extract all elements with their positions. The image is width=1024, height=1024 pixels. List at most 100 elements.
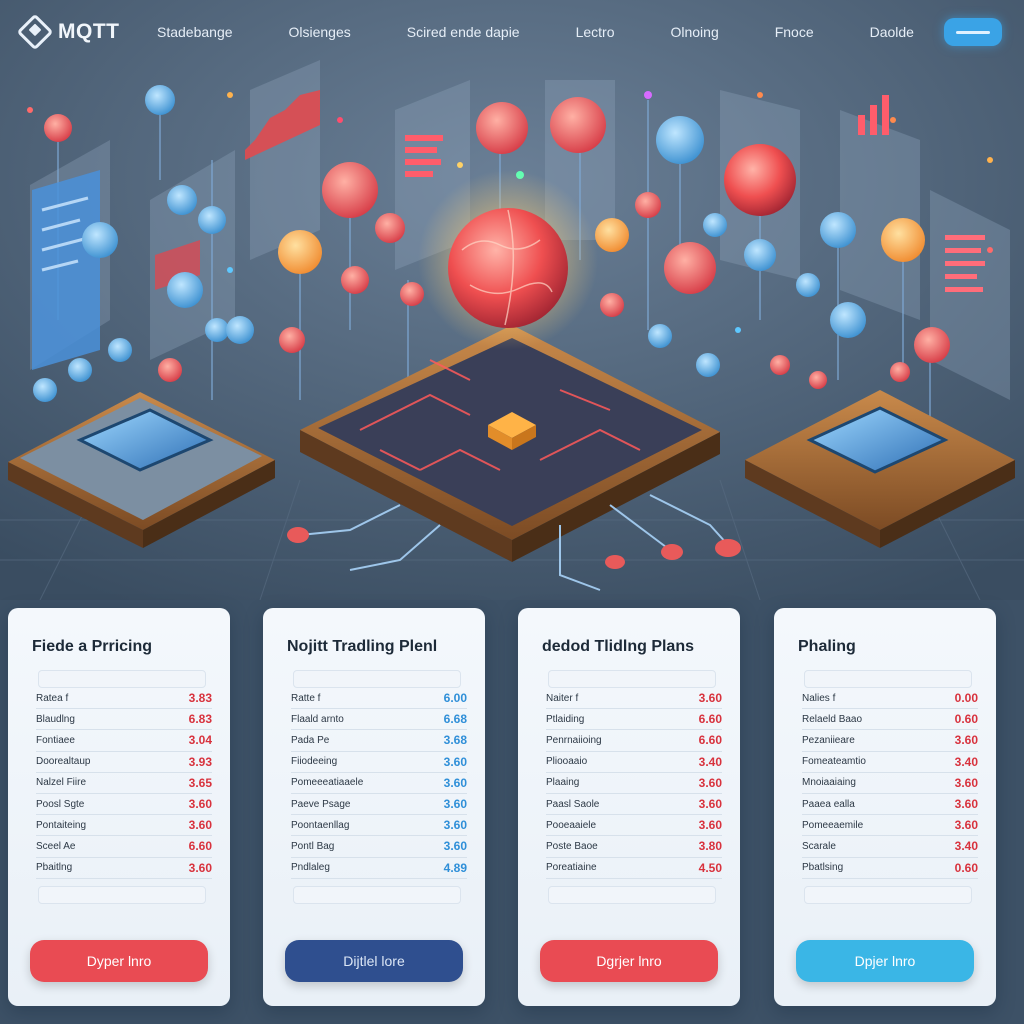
price-row-value: 3.65 [188,775,212,790]
price-row-label: Mnoiaaiaing [802,777,856,789]
price-row: Fontiaee 3.04 [36,730,212,752]
price-row-label: Pndlaleg [291,862,330,874]
price-row-label: Fomeateamtio [802,756,866,768]
nav-cta-button[interactable] [944,18,1002,46]
price-row-value: 3.60 [188,818,212,833]
nav-item-7[interactable]: Daolde [870,24,914,40]
price-row-label: Pada Pe [291,734,330,746]
price-row-label: Flaald arnto [291,713,344,725]
price-row-label: Poste Baoe [546,840,598,852]
price-row-label: Ptlaiding [546,713,585,725]
price-row-value: 3.60 [443,754,467,769]
nav-item-5[interactable]: Olnoing [670,24,718,40]
price-row-label: Blaudlng [36,713,75,725]
card-action-button[interactable]: Dijtlel lore [285,940,463,982]
price-row-value: 3.83 [188,691,212,706]
price-row-value: 3.60 [443,818,467,833]
price-row-label: Relaeld Baao [802,713,863,725]
price-row-value: 3.04 [188,733,212,748]
nav-item-2[interactable]: Olsienges [289,24,351,40]
hero-illustration [0,0,1024,600]
price-row-value: 6.60 [188,839,212,854]
price-row-value: 3.60 [954,818,978,833]
price-row-value: 6.60 [698,733,722,748]
price-row-value: 6.60 [698,712,722,727]
card-action-button[interactable]: Dyper lnro [30,940,208,982]
card-divider [548,670,716,688]
price-row-value: 3.60 [443,797,467,812]
price-row-label: Pbaitlng [36,862,73,874]
pricing-card: Fiede a Prricing Ratea f 3.83 Blaudlng 6.83 F… [8,608,230,1006]
price-row: Scarale 3.40 [802,836,978,858]
price-row-value: 0.00 [954,691,978,706]
price-row: Mnoiaaiaing 3.60 [802,773,978,794]
logo-text: MQTT [58,20,120,43]
nav-item-6[interactable]: Fnoce [775,24,814,40]
card-divider [38,886,206,904]
price-row: Pomeeaemile 3.60 [802,815,978,837]
price-row-value: 0.60 [954,712,978,727]
price-row: Naiter f 3.60 [546,688,722,710]
card-divider [548,886,716,904]
minus-icon [956,30,990,34]
price-row: Pomeeeatiaaele 3.60 [291,773,467,794]
price-row-value: 3.60 [954,733,978,748]
price-row: Paeve Psage 3.60 [291,794,467,816]
price-row: Poosl Sgte 3.60 [36,794,212,816]
price-row-value: 3.60 [698,691,722,706]
price-row: Doorealtaup 3.93 [36,752,212,773]
price-row-value: 6.68 [443,712,467,727]
price-row-label: Paaea ealla [802,798,855,810]
price-row-label: Poosl Sgte [36,798,85,810]
card-divider [804,670,972,688]
card-title: Fiede a Prricing [32,638,153,655]
price-row: Poreatiaine 4.50 [546,858,722,879]
nav-item-1[interactable]: Stadebange [157,24,233,40]
logo[interactable]: MQTT [16,13,157,51]
price-row-value: 3.40 [954,839,978,854]
card-divider [38,670,206,688]
price-row-value: 6.83 [188,712,212,727]
card-title: Phaling [798,638,856,655]
price-row: Plaaing 3.60 [546,773,722,794]
price-row: Pliooaaio 3.40 [546,752,722,773]
price-row: Pbatlsing 0.60 [802,858,978,879]
price-row-label: Poreatiaine [546,862,597,874]
price-row: Ratea f 3.83 [36,688,212,710]
price-row: Fomeateamtio 3.40 [802,752,978,773]
pricing-card: dedod Tlidlng Plans Naiter f 3.60 Ptlaiding… [518,608,740,1006]
logo-icon [16,13,54,51]
price-row-label: Pontaiteing [36,819,87,831]
price-row-label: Paasl Saole [546,798,600,810]
card-divider [293,670,461,688]
price-row: Relaeld Baao 0.60 [802,709,978,731]
price-row: Pontl Bag 3.60 [291,836,467,858]
card-action-button[interactable]: Dgrjer lnro [540,940,718,982]
price-row: Nalzel Fiire 3.65 [36,773,212,794]
nav-item-3[interactable]: Scired ende dapie [407,24,520,40]
price-row-label: Nalies f [802,692,836,704]
price-list: Nalies f 0.00 Relaeld Baao 0.60 Pezaniieare 3… [802,688,978,879]
price-row-value: 4.50 [698,860,722,875]
price-row-label: Pomeeeatiaaele [291,777,364,789]
price-row-label: Penrnaiioing [546,734,602,746]
price-list: Ratte f 6.00 Flaald arnto 6.68 Pada Pe 3.68 Fi… [291,688,467,879]
card-divider [293,886,461,904]
price-row-label: Pomeeaemile [802,819,864,831]
pricing-card: Phaling Nalies f 0.00 Relaeld Baao 0.60 Pezan… [774,608,996,1006]
price-row: Flaald arnto 6.68 [291,709,467,731]
price-row-label: Fontiaee [36,734,75,746]
nav-item-4[interactable]: Lectro [576,24,615,40]
price-row-value: 4.89 [443,860,467,875]
price-row-value: 3.60 [443,839,467,854]
price-row: Pada Pe 3.68 [291,730,467,752]
price-row-value: 3.68 [443,733,467,748]
price-row: Blaudlng 6.83 [36,709,212,731]
nav-menu: Stadebange Olsienges Scired ende dapie L… [157,24,944,40]
price-row-label: Ratte f [291,692,321,704]
price-row-label: Fiiodeeing [291,756,338,768]
card-action-button[interactable]: Dpjer lnro [796,940,974,982]
price-list: Ratea f 3.83 Blaudlng 6.83 Fontiaee 3.04 Doore… [36,688,212,879]
price-row-value: 3.60 [443,775,467,790]
price-row-label: Paeve Psage [291,798,351,810]
